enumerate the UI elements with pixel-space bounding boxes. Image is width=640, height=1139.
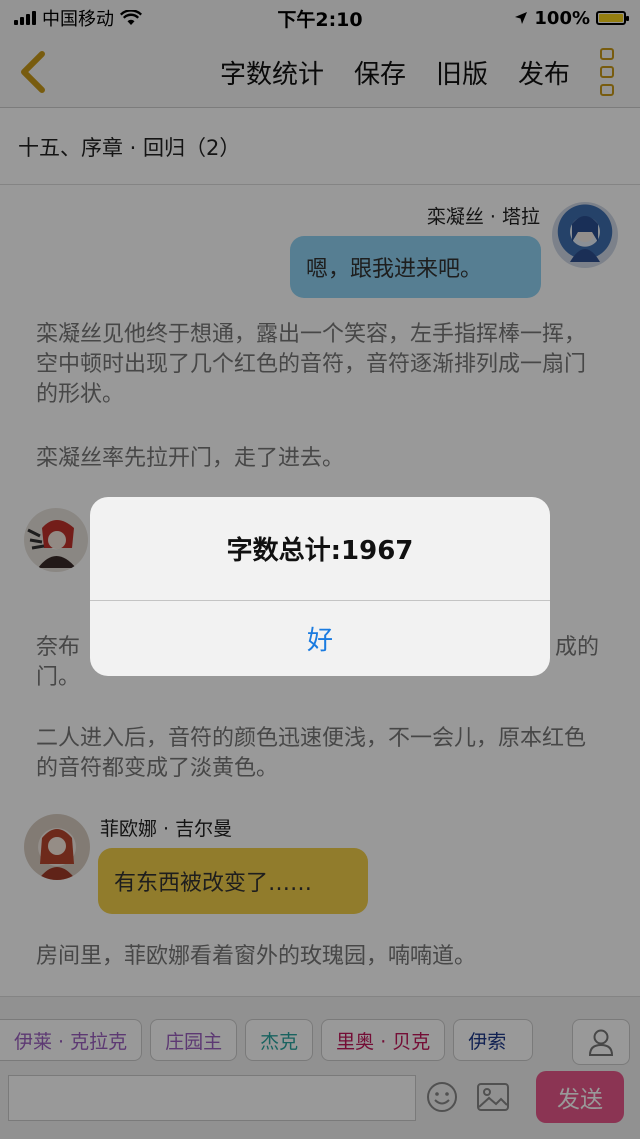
alert-ok-button[interactable]: 好: [90, 601, 550, 676]
word-count-alert: 字数总计:1967 好: [90, 497, 550, 676]
alert-message: 字数总计:1967: [226, 536, 414, 566]
